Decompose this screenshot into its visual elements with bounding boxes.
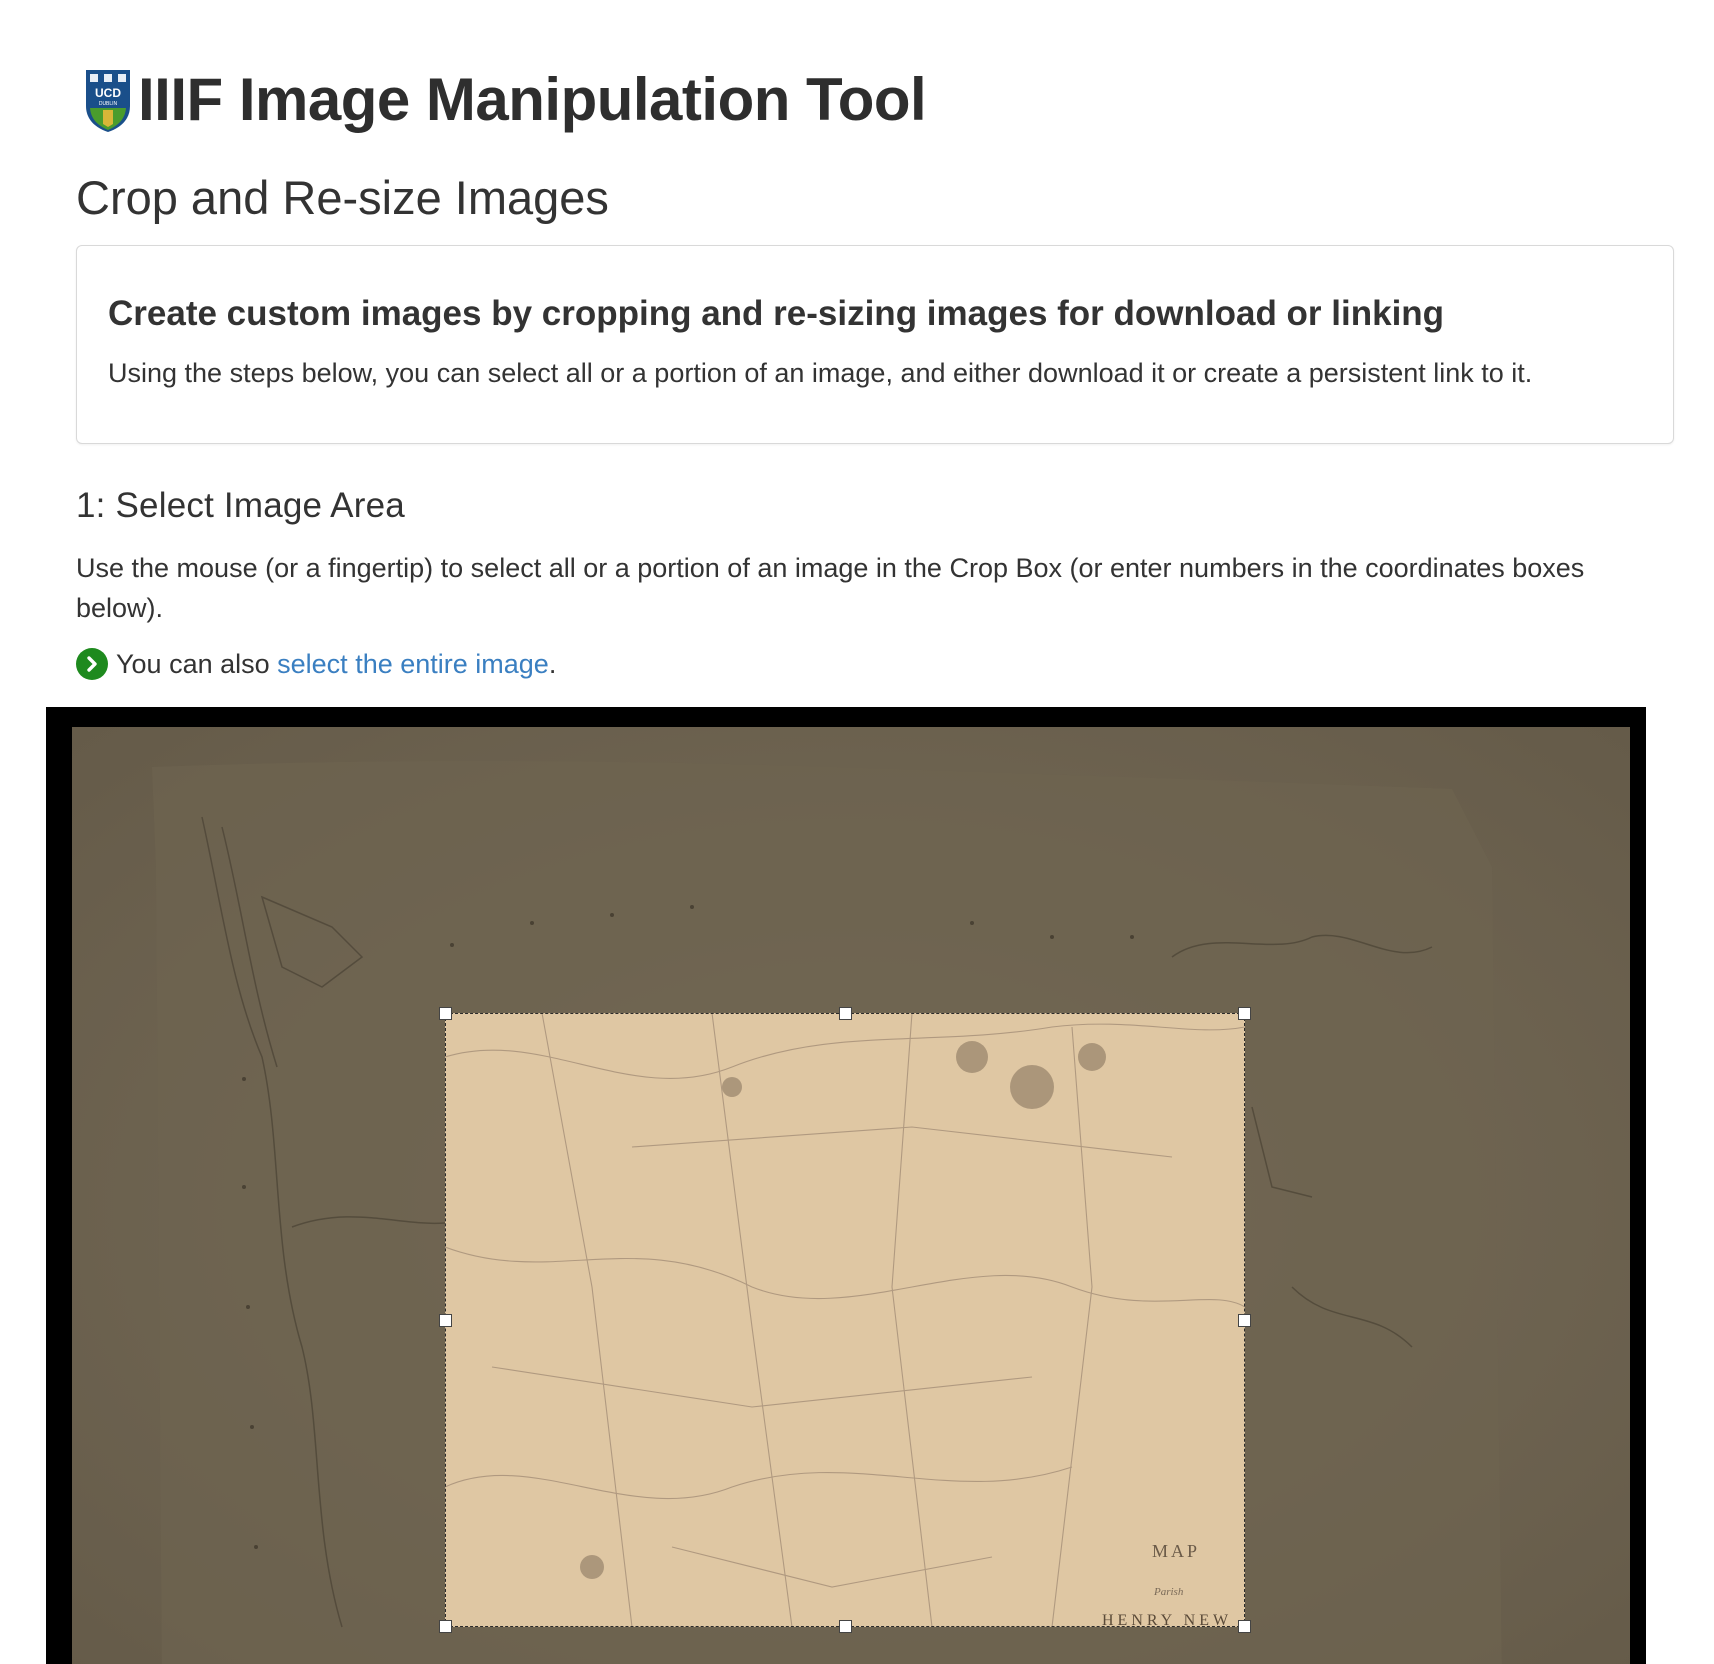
crop-handle-top-center[interactable]: [839, 1007, 852, 1020]
intro-panel: Create custom images by cropping and re-…: [76, 245, 1674, 444]
app-header: UCD DUBLIN IIIF Image Manipulation Tool: [84, 60, 927, 140]
chevron-right-circle-icon: [76, 648, 108, 680]
page-edge: [1646, 707, 1714, 1664]
step1-instructions: Use the mouse (or a fingertip) to select…: [76, 553, 1585, 623]
also-prefix: You can also: [116, 648, 270, 679]
ucd-crest-icon[interactable]: UCD DUBLIN: [84, 66, 132, 134]
logo-text: UCD: [95, 86, 121, 100]
crop-handle-bottom-left[interactable]: [439, 1620, 452, 1633]
intro-heading: Create custom images by cropping and re-…: [108, 294, 1445, 333]
crop-handle-middle-right[interactable]: [1238, 1314, 1251, 1327]
select-entire-image-link[interactable]: select the entire image: [277, 649, 549, 680]
crop-handle-bottom-right[interactable]: [1238, 1620, 1251, 1633]
page: UCD DUBLIN IIIF Image Manipulation Tool …: [0, 0, 1714, 1664]
logo-subtext: DUBLIN: [99, 101, 118, 107]
section-title: Crop and Re-size Images: [76, 171, 609, 224]
app-title: IIIF Image Manipulation Tool: [138, 66, 927, 133]
also-suffix: .: [548, 648, 557, 679]
step1-heading: 1: Select Image Area: [76, 486, 405, 525]
crop-handle-top-right[interactable]: [1238, 1007, 1251, 1020]
crop-selection-box[interactable]: [439, 1007, 1251, 1633]
select-entire-line: You can also select the entire image.: [76, 648, 556, 680]
crop-handle-bottom-center[interactable]: [839, 1620, 852, 1633]
crop-box-canvas[interactable]: MAP Parish HENRY NEW: [46, 707, 1646, 1664]
crop-handle-middle-left[interactable]: [439, 1314, 452, 1327]
crop-handle-top-left[interactable]: [439, 1007, 452, 1020]
intro-text: Using the steps below, you can select al…: [108, 358, 1533, 388]
